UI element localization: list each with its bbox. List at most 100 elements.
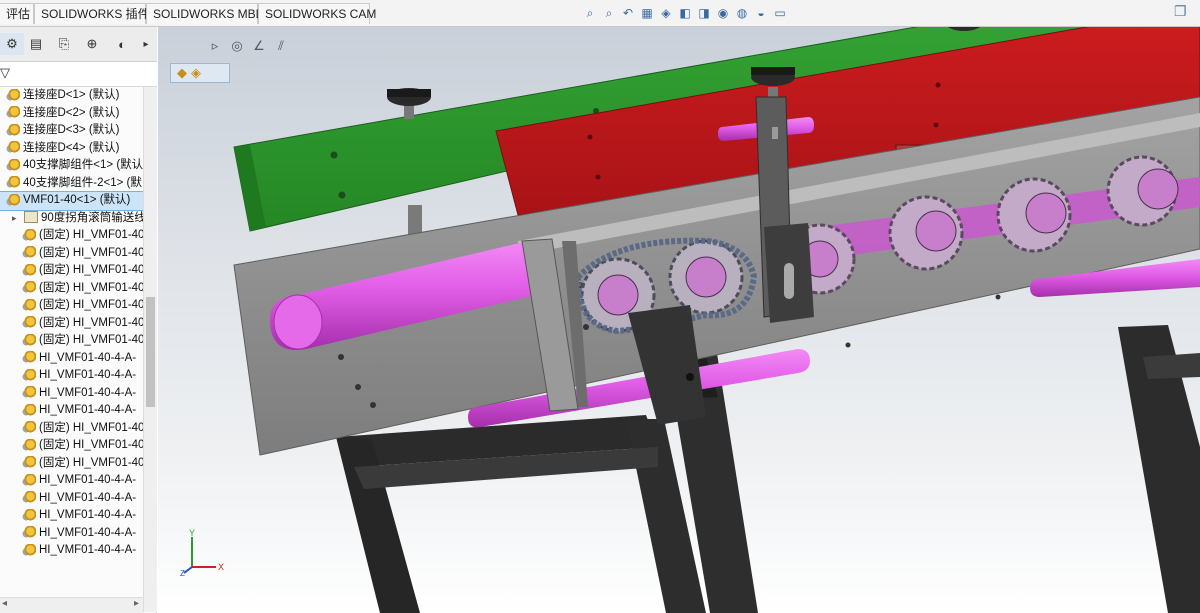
filter-icon[interactable]: ▽ [0,65,10,81]
zoom-area-icon[interactable]: ⌕ [601,5,617,21]
tree-item[interactable]: ▸ 90度拐角滚筒输送线 [0,210,143,228]
assembly-icon [22,526,36,539]
assembly-icon [22,316,36,329]
tree-item-label: HI_VMF01-40-4-A- [39,474,137,486]
hatch-icon[interactable]: ⫽ [272,37,290,55]
tree-item[interactable]: (固定) HI_VMF01-40 [0,227,143,245]
expand-arrow-icon[interactable]: ▸ [12,210,17,228]
tree-item[interactable]: HI_VMF01-40-4-A- [0,525,143,543]
tree-item-label: (固定) HI_VMF01-40 [39,334,143,346]
filter-row: ▽ [0,62,157,87]
tree-item-label: (固定) HI_VMF01-40 [39,281,143,294]
tree-item-label: (固定) HI_VMF01-40 [39,264,143,276]
assembly-icon [22,473,36,486]
tree-item-label: (固定) HI_VMF01-40 [39,229,143,241]
tree-item-label: HI_VMF01-40-4-A- [39,386,137,399]
tree-item[interactable]: HI_VMF01-40-4-A- [0,350,143,368]
tree-item-label: (固定) HI_VMF01-40 [39,299,143,311]
panel-more-arrow-icon[interactable]: ▸ [134,33,158,55]
tree-item-label: HI_VMF01-40-4-A- [39,509,137,521]
dynamic-annotation-icon[interactable]: ◈ [658,5,674,21]
tree-horizontal-scrollbar[interactable]: ◂ ▸ [0,597,143,613]
tree-item[interactable]: VMF01-40<1> (默认) [0,191,143,211]
tree-item[interactable]: (固定) HI_VMF01-40 [0,262,143,280]
tree-item-label: (固定) HI_VMF01-40 [39,421,143,434]
target-icon[interactable]: ◎ [228,37,246,55]
tree-item[interactable]: (固定) HI_VMF01-40 [0,245,143,263]
tree-item-label: HI_VMF01-40-4-A- [39,369,137,381]
tree-item[interactable]: (固定) HI_VMF01-40 [0,420,143,438]
measure-icon[interactable]: ∠ [250,37,268,55]
tree-item[interactable]: HI_VMF01-40-4-A- [0,507,143,525]
assembly-icon [22,298,36,311]
tree-item-label: HI_VMF01-40-4-A- [39,526,137,539]
tree-item-label: VMF01-40<1> (默认) [23,194,131,206]
tree-item[interactable]: (固定) HI_VMF01-40 [0,315,143,333]
assembly-icon [6,123,20,136]
assembly-icon [22,421,36,434]
tree-item[interactable]: (固定) HI_VMF01-40 [0,332,143,350]
tree-item[interactable]: (固定) HI_VMF01-40 [0,455,143,473]
zoom-to-fit-icon[interactable]: ⌕ [582,5,598,21]
panel-tabs: ⚙ ▤ ⎘ ⊕ ◐ ▸ [0,27,157,62]
tree-item-label: 90度拐角滚筒输送线 [41,211,143,224]
tree-item[interactable]: 连接座D<3> (默认) [0,122,143,140]
tree-item[interactable]: 连接座D<4> (默认) [0,140,143,158]
hide-show-icon[interactable]: ◉ [715,5,731,21]
tree-item[interactable]: 40支撑脚组件-2<1> (默 [0,175,143,193]
tree-item[interactable]: (固定) HI_VMF01-40 [0,280,143,298]
view-cube-icon[interactable]: ◈ [191,65,201,81]
scroll-right-icon[interactable]: ▸ [134,598,139,609]
pin-arrow-icon[interactable]: ▹ [206,37,224,55]
tab-solidworks-addins[interactable]: SOLIDWORKS 插件 [34,3,150,24]
assembly-icon [22,351,36,364]
dimxpert-icon[interactable]: ⊕ [80,33,104,55]
property-manager-icon[interactable]: ▤ [24,33,48,55]
graphics-area[interactable]: ▹ ◎ ∠ ⫽ ◆ ◈ Y X Z [158,27,1200,613]
tree-item[interactable]: HI_VMF01-40-4-A- [0,542,143,560]
view-cube-box[interactable]: ◆ ◈ [170,63,230,83]
triad-z-label: Z [180,569,185,577]
scroll-left-icon[interactable]: ◂ [2,598,7,609]
tree-item[interactable]: HI_VMF01-40-4-A- [0,402,143,420]
assembly-icon [6,141,20,154]
tab-evaluate[interactable]: 评估 [0,3,34,24]
assembly-icon [22,508,36,521]
tree-item[interactable]: (固定) HI_VMF01-40 [0,437,143,455]
tree-item-label: 连接座D<4> (默认) [23,141,120,154]
isometric-view-icon[interactable]: ◆ [177,65,187,81]
view-settings-icon[interactable]: ▭ [772,5,788,21]
section-view-icon[interactable]: ▦ [639,5,655,21]
view-orientation-icon[interactable]: ◧ [677,5,693,21]
tree-item[interactable]: HI_VMF01-40-4-A- [0,385,143,403]
conveyor-model-render [233,27,1200,613]
tree-item[interactable]: 40支撑脚组件<1> (默认 [0,157,143,175]
tree-item[interactable]: HI_VMF01-40-4-A- [0,490,143,508]
tree-item-label: (固定) HI_VMF01-40 [39,316,143,329]
apply-scene-icon[interactable]: ◒ [753,5,769,21]
tree-item[interactable]: 连接座D<1> (默认) [0,87,143,105]
tree-item[interactable]: 连接座D<2> (默认) [0,105,143,123]
appearance-icon[interactable]: ◐ [110,33,134,55]
folder-icon [24,211,38,224]
tree-item[interactable]: HI_VMF01-40-4-A- [0,367,143,385]
display-style-icon[interactable]: ◨ [696,5,712,21]
configuration-manager-icon[interactable]: ⎘ [52,33,76,55]
tree-item[interactable]: HI_VMF01-40-4-A- [0,472,143,490]
scrollbar-thumb[interactable] [146,297,155,407]
tab-solidworks-mbd[interactable]: SOLIDWORKS MBD [146,3,264,24]
triad-y-label: Y [189,528,195,538]
previous-view-icon[interactable]: ↶ [620,5,636,21]
feature-manager-icon[interactable]: ⚙ [0,33,24,55]
assembly-icon [22,491,36,504]
restore-window-icon[interactable]: ❐ [1174,3,1192,21]
tree-item[interactable]: (固定) HI_VMF01-40 [0,297,143,315]
assembly-icon [22,438,36,451]
reference-triad: Y X Z [180,528,224,577]
tree-vertical-scrollbar[interactable] [143,87,157,612]
edit-appearance-icon[interactable]: ◍ [734,5,750,21]
assembly-icon [6,193,20,206]
tree-item-label: HI_VMF01-40-4-A- [39,544,137,556]
tab-solidworks-cam[interactable]: SOLIDWORKS CAM [258,3,376,24]
assembly-icon [22,403,36,416]
